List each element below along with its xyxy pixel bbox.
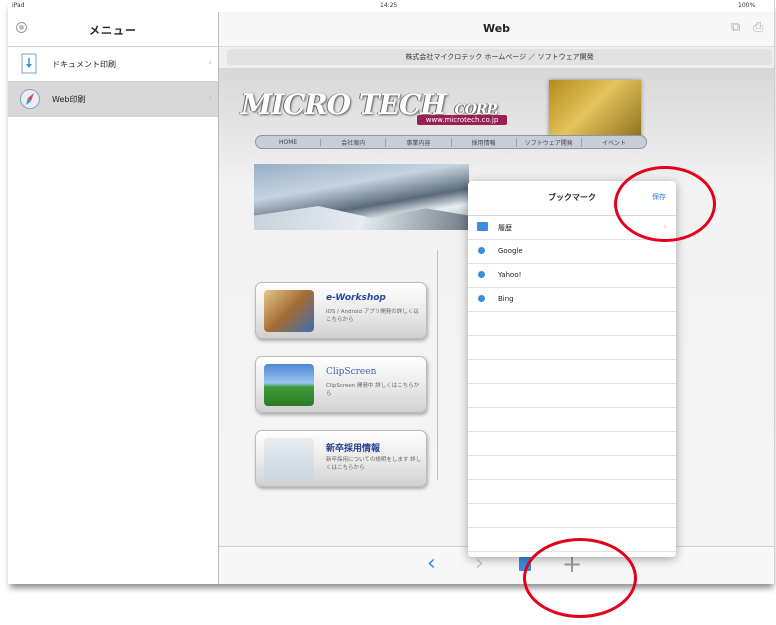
page-title: Web [482, 22, 511, 35]
bookmark-link-icon [478, 295, 485, 302]
carrier-label: iPad [12, 2, 25, 9]
bookmark-label: Bing [498, 295, 514, 303]
card-title: e-Workshop [326, 293, 386, 303]
card-description: 新卒採用についての説明をします 詳しくはこちらから [326, 457, 422, 471]
sidebar-item-document-print[interactable]: ドキュメント印刷 › [8, 47, 218, 82]
navigation-bar: Web ⧉ ⎙ [219, 12, 774, 47]
card-description: iOS / Android アプリ開発の詳しくはこちらから [326, 309, 419, 323]
sidebar-header: メニュー [8, 12, 218, 47]
clock: 14:25 [380, 2, 398, 9]
mountain-banner [254, 164, 469, 230]
card-clipscreen[interactable]: ClipScreen ClipScreen 開発中 詳しくはこちらから [255, 356, 427, 413]
bookmark-link-icon [478, 271, 485, 278]
bookmark-link-icon [478, 247, 485, 254]
highlight-circle-save [614, 166, 716, 242]
empty-row [468, 360, 676, 384]
bookmark-label: Google [498, 247, 523, 255]
empty-row [468, 408, 676, 432]
share-icon[interactable]: ⧉ [731, 20, 740, 35]
empty-row [468, 384, 676, 408]
empty-row [468, 456, 676, 480]
chevron-right-icon: › [208, 93, 212, 103]
sidebar-item-label: Web印刷 [52, 95, 86, 104]
card-recruit[interactable]: 新卒採用情報 新卒採用についての説明をします 詳しくはこちらから [255, 430, 427, 487]
bookmark-item-bing[interactable]: Bing [468, 288, 676, 312]
folder-icon [477, 222, 488, 231]
e-workshop-thumbnail [264, 290, 314, 332]
highlight-circle-add [523, 538, 637, 618]
bookmark-item-yahoo[interactable]: Yahoo! [468, 264, 676, 288]
url-bar[interactable]: 株式会社マイクロテック ホームページ ／ ソフトウェア開発 [227, 49, 772, 65]
safari-compass-icon [19, 88, 40, 109]
card-title: ClipScreen [326, 367, 377, 377]
empty-row [468, 336, 676, 360]
site-tab-software[interactable]: ソフトウェア開発 [517, 137, 582, 147]
site-tab-company[interactable]: 会社案内 [321, 137, 387, 147]
print-icon[interactable]: ⎙ [753, 20, 763, 35]
document-print-icon [19, 53, 39, 74]
status-bar: iPad 14:25 100% [8, 0, 774, 12]
empty-row [468, 312, 676, 336]
sidebar-item-web-print[interactable]: Web印刷 › [8, 82, 218, 117]
site-tab-home[interactable]: HOME [256, 138, 322, 146]
empty-row [468, 432, 676, 456]
bookmark-label: 履歴 [498, 224, 512, 232]
back-arrow-icon[interactable]: ‹ [427, 553, 436, 575]
site-url-badge: www.microtech.co.jp [417, 115, 507, 125]
battery-level: 100% [738, 2, 756, 9]
header-photo [549, 80, 641, 142]
empty-row [468, 504, 676, 528]
content-divider [437, 250, 438, 480]
card-description: ClipScreen 開発中 詳しくはこちらから [326, 383, 420, 397]
site-tab-business[interactable]: 事業内容 [386, 137, 452, 147]
recruit-thumbnail [264, 438, 314, 480]
site-tab-recruit[interactable]: 採用情報 [452, 137, 517, 147]
site-tab-event[interactable]: イベント [582, 138, 646, 147]
empty-row [468, 480, 676, 504]
card-e-workshop[interactable]: e-Workshop iOS / Android アプリ開発の詳しくはこちらから [255, 282, 427, 339]
card-title: 新卒採用情報 [326, 444, 381, 454]
bookmark-item-google[interactable]: Google [468, 240, 676, 264]
sidebar: メニュー ドキュメント印刷 › Web印刷 › [8, 12, 219, 584]
chevron-right-icon: › [208, 58, 212, 68]
site-nav-tabs: HOME 会社案内 事業内容 採用情報 ソフトウェア開発 イベント [255, 135, 647, 149]
bookmark-label: Yahoo! [498, 271, 522, 279]
logo-text: MICRO TECH [241, 88, 447, 121]
sidebar-title: メニュー [89, 24, 137, 37]
sidebar-item-label: ドキュメント印刷 [52, 60, 116, 69]
clipscreen-thumbnail [264, 364, 314, 406]
